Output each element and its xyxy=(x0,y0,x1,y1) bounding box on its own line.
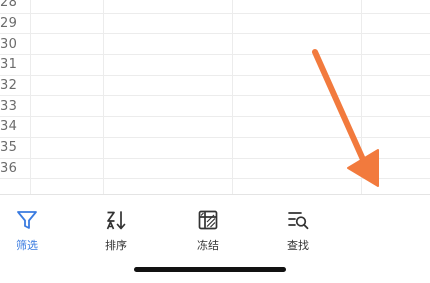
table-row[interactable]: 32 xyxy=(0,76,430,97)
freeze-icon xyxy=(198,210,218,230)
row-number: 34 xyxy=(0,119,18,135)
table-row[interactable]: 30 xyxy=(0,34,430,56)
home-indicator[interactable] xyxy=(134,267,286,272)
filter-label: 筛选 xyxy=(16,239,38,252)
sort-icon xyxy=(106,211,126,230)
freeze-label: 冻结 xyxy=(197,239,219,252)
find-icon xyxy=(288,212,309,230)
row-number: 36 xyxy=(0,160,18,176)
toolbar-fade-overlay xyxy=(318,209,430,259)
row-number: 29 xyxy=(0,16,18,32)
row-number: 33 xyxy=(0,98,18,114)
table-row[interactable]: 31 xyxy=(0,55,430,76)
table-row[interactable]: 34 xyxy=(0,117,430,138)
table-row[interactable]: 35 xyxy=(0,138,430,159)
filter-button[interactable]: 筛选 xyxy=(0,209,57,253)
filter-icon xyxy=(17,211,37,229)
freeze-button[interactable]: 冻结 xyxy=(178,209,238,253)
table-row[interactable]: 36 xyxy=(0,159,430,180)
table-row[interactable]: 28 xyxy=(0,0,430,14)
row-number: 35 xyxy=(0,140,18,156)
row-number: 30 xyxy=(0,36,18,52)
row-number: 31 xyxy=(0,57,18,73)
table-row[interactable]: 29 xyxy=(0,14,430,35)
spreadsheet-grid[interactable]: 28 29 30 31 32 33 34 35 36 xyxy=(0,0,430,194)
sort-label: 排序 xyxy=(105,239,127,252)
table-row[interactable]: 33 xyxy=(0,96,430,118)
row-number: 28 xyxy=(0,0,18,11)
sort-button[interactable]: 排序 xyxy=(86,209,146,253)
row-number: 32 xyxy=(0,78,18,94)
